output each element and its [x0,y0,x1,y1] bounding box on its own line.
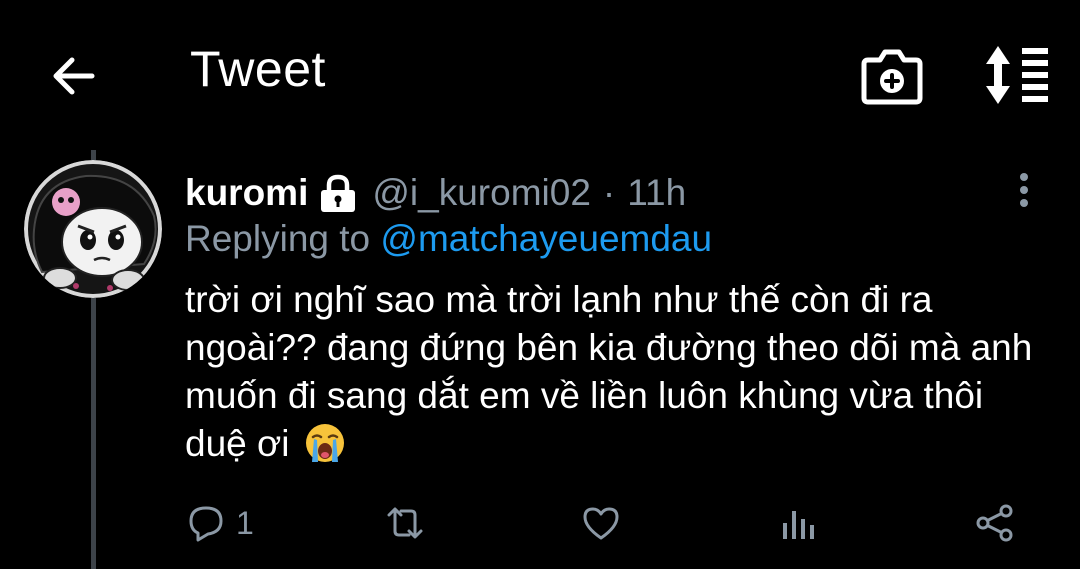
analytics-icon [783,511,814,539]
like-icon [583,507,619,540]
timestamp[interactable]: 11h [627,172,686,214]
avatar[interactable] [24,160,162,298]
replying-to-label: Replying to [185,218,371,259]
page-title: Tweet [190,41,326,97]
top-bar: Tweet [0,0,1080,150]
sort-arrows-icon [986,46,1048,104]
display-name[interactable]: kuromi [185,172,308,214]
separator-dot: · [602,172,616,213]
tweet-text: trời ơi nghĩ sao mà trời lạnh như thế cò… [185,276,1045,468]
kuromi-avatar-image [24,160,162,298]
sort-replies-button[interactable] [980,44,1056,106]
share-button[interactable] [974,495,1016,551]
camera-plus-icon [861,49,923,105]
more-options-button[interactable] [1008,170,1040,210]
retweet-icon [387,507,423,539]
tweet-header: kuromi @i_kuromi02 · 11h [185,168,686,218]
reply-button[interactable]: 1 [186,495,254,551]
more-vertical-icon [1020,173,1028,207]
lock-icon [318,173,358,213]
back-button[interactable] [46,48,102,104]
retweet-button[interactable] [383,495,427,551]
arrow-left-icon [53,57,95,95]
share-icon [976,504,1013,542]
reply-icon [189,506,223,542]
camera-button[interactable] [860,46,924,106]
analytics-button[interactable] [778,495,818,551]
loudly-crying-face-emoji [304,422,346,464]
reply-count: 1 [236,504,254,541]
user-handle[interactable]: @i_kuromi02 [372,172,591,214]
tweet-actions: 1 [0,495,1080,551]
replying-to-mention[interactable]: @matchayeuemdau [380,218,712,259]
like-button[interactable] [581,495,621,551]
replying-to-line: Replying to @matchayeuemdau [185,218,712,260]
